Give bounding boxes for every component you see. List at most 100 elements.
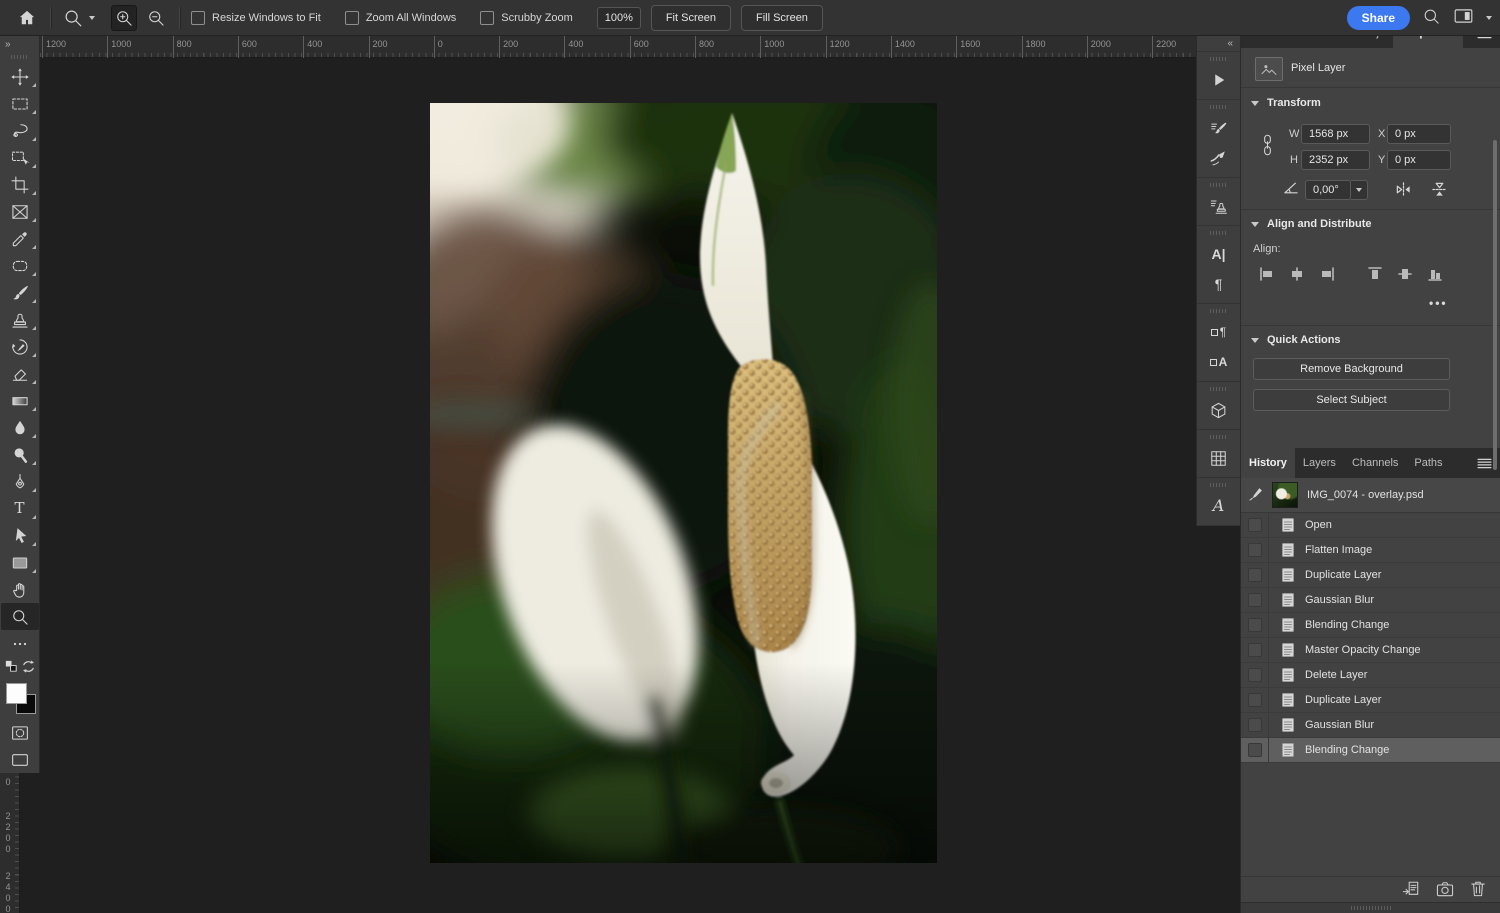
- path-selection-tool[interactable]: [1, 522, 39, 549]
- align-more-button[interactable]: •••: [1429, 296, 1448, 310]
- search-button[interactable]: [1422, 7, 1441, 29]
- zoom-all-windows-checkbox[interactable]: Zoom All Windows: [345, 11, 456, 25]
- align-header[interactable]: Align and Distribute: [1251, 218, 1372, 230]
- eraser-tool[interactable]: [1, 360, 39, 387]
- panel-brushes[interactable]: [1197, 143, 1240, 173]
- history-brush-tool[interactable]: [1, 333, 39, 360]
- tab-history[interactable]: History: [1241, 448, 1295, 478]
- history-state-row[interactable]: Blending Change: [1241, 613, 1500, 638]
- align-bottom-button[interactable]: [1427, 266, 1443, 282]
- history-state-row[interactable]: Flatten Image: [1241, 538, 1500, 563]
- align-middle-v-button[interactable]: [1397, 266, 1413, 282]
- history-state-row[interactable]: Gaussian Blur: [1241, 588, 1500, 613]
- history-source-checkbox[interactable]: [1248, 668, 1262, 682]
- healing-brush-tool[interactable]: [1, 252, 39, 279]
- panel-resize-handle[interactable]: [1241, 902, 1500, 913]
- y-input[interactable]: 0 px: [1387, 150, 1451, 170]
- panel-clone-source[interactable]: [1197, 191, 1240, 221]
- dodge-tool[interactable]: [1, 441, 39, 468]
- panel-actions[interactable]: [1197, 65, 1240, 95]
- zoom-tool-button[interactable]: [62, 7, 95, 29]
- flip-horizontal-button[interactable]: [1395, 181, 1412, 201]
- zoom-out-button[interactable]: [143, 5, 169, 31]
- zoom-level-input[interactable]: 100%: [597, 7, 641, 29]
- history-state-row[interactable]: Gaussian Blur: [1241, 713, 1500, 738]
- history-source-checkbox[interactable]: [1248, 568, 1262, 582]
- tab-channels[interactable]: Channels: [1344, 448, 1406, 478]
- color-swatches[interactable]: [1, 681, 39, 719]
- history-state-row[interactable]: Blending Change: [1241, 738, 1500, 763]
- default-colors-button[interactable]: [4, 659, 19, 677]
- panel-glyphs[interactable]: A: [1197, 491, 1240, 521]
- hand-tool[interactable]: [1, 576, 39, 603]
- history-source-checkbox[interactable]: [1248, 593, 1262, 607]
- history-source-checkbox[interactable]: [1248, 518, 1262, 532]
- history-state-row[interactable]: Duplicate Layer: [1241, 563, 1500, 588]
- frame-tool[interactable]: [1, 198, 39, 225]
- fit-screen-button[interactable]: Fit Screen: [651, 5, 731, 31]
- panel-brush-settings[interactable]: [1197, 113, 1240, 143]
- align-center-h-button[interactable]: [1289, 266, 1305, 282]
- clone-stamp-tool[interactable]: [1, 306, 39, 333]
- x-input[interactable]: 0 px: [1387, 124, 1451, 144]
- new-doc-from-state-button[interactable]: [1402, 880, 1420, 900]
- zoom-tool[interactable]: [1, 603, 39, 630]
- chevron-down-icon[interactable]: [1486, 16, 1492, 20]
- type-tool[interactable]: T: [1, 495, 39, 522]
- remove-background-button[interactable]: Remove Background: [1253, 358, 1450, 380]
- history-source-checkbox[interactable]: [1248, 543, 1262, 557]
- collapse-dock-button[interactable]: «: [1197, 36, 1240, 51]
- history-source-checkbox[interactable]: [1248, 718, 1262, 732]
- rotation-input[interactable]: 0,00°: [1305, 180, 1351, 200]
- rotation-dropdown[interactable]: [1351, 180, 1368, 200]
- history-source-checkbox[interactable]: [1248, 693, 1262, 707]
- foreground-color-swatch[interactable]: [6, 683, 27, 704]
- pen-tool[interactable]: [1, 468, 39, 495]
- history-state-row[interactable]: Delete Layer: [1241, 663, 1500, 688]
- tab-layers[interactable]: Layers: [1295, 448, 1344, 478]
- fill-screen-button[interactable]: Fill Screen: [741, 5, 823, 31]
- lasso-tool[interactable]: [1, 117, 39, 144]
- history-brush-source-icon[interactable]: [1249, 486, 1264, 504]
- workspace-switcher[interactable]: [1453, 7, 1474, 28]
- swap-colors-button[interactable]: [21, 659, 36, 677]
- height-input[interactable]: 2352 px: [1301, 150, 1370, 170]
- canvas-image[interactable]: [430, 103, 937, 863]
- expand-tools-button[interactable]: »: [0, 36, 39, 52]
- delete-state-button[interactable]: [1470, 880, 1486, 900]
- panel-patterns[interactable]: [1197, 443, 1240, 473]
- history-source-checkbox[interactable]: [1248, 643, 1262, 657]
- more-tools[interactable]: [1, 630, 39, 657]
- history-state-row[interactable]: Master Opacity Change: [1241, 638, 1500, 663]
- crop-tool[interactable]: [1, 171, 39, 198]
- tab-paths[interactable]: Paths: [1406, 448, 1450, 478]
- gradient-tool[interactable]: [1, 387, 39, 414]
- history-snapshot-row[interactable]: IMG_0074 - overlay.psd: [1241, 478, 1500, 513]
- transform-header[interactable]: Transform: [1251, 97, 1321, 109]
- link-dimensions-button[interactable]: [1261, 132, 1274, 161]
- eyedropper-tool[interactable]: [1, 225, 39, 252]
- align-right-button[interactable]: [1319, 266, 1335, 282]
- share-button[interactable]: Share: [1347, 6, 1410, 30]
- flip-vertical-button[interactable]: [1431, 181, 1448, 201]
- align-top-button[interactable]: [1367, 266, 1383, 282]
- panel-3d[interactable]: [1197, 395, 1240, 425]
- scrubby-zoom-checkbox[interactable]: Scrubby Zoom: [480, 11, 573, 25]
- canvas-area[interactable]: 022002400: [0, 58, 1240, 913]
- move-tool[interactable]: [1, 63, 39, 90]
- marquee-tool[interactable]: [1, 90, 39, 117]
- zoom-in-button[interactable]: [111, 5, 137, 31]
- history-state-row[interactable]: Duplicate Layer: [1241, 688, 1500, 713]
- panel-character[interactable]: A|: [1197, 239, 1240, 269]
- quick-actions-header[interactable]: Quick Actions: [1251, 334, 1341, 346]
- width-input[interactable]: 1568 px: [1301, 124, 1370, 144]
- history-source-checkbox[interactable]: [1248, 743, 1262, 757]
- select-subject-button[interactable]: Select Subject: [1253, 389, 1450, 411]
- properties-scrollbar[interactable]: [1493, 140, 1497, 470]
- panel-paragraph-styles[interactable]: ¶: [1197, 317, 1240, 347]
- panel-character-styles[interactable]: A: [1197, 347, 1240, 377]
- new-snapshot-button[interactable]: [1436, 881, 1454, 900]
- history-state-row[interactable]: Open: [1241, 513, 1500, 538]
- blur-tool[interactable]: [1, 414, 39, 441]
- screen-mode-button[interactable]: [1, 746, 39, 773]
